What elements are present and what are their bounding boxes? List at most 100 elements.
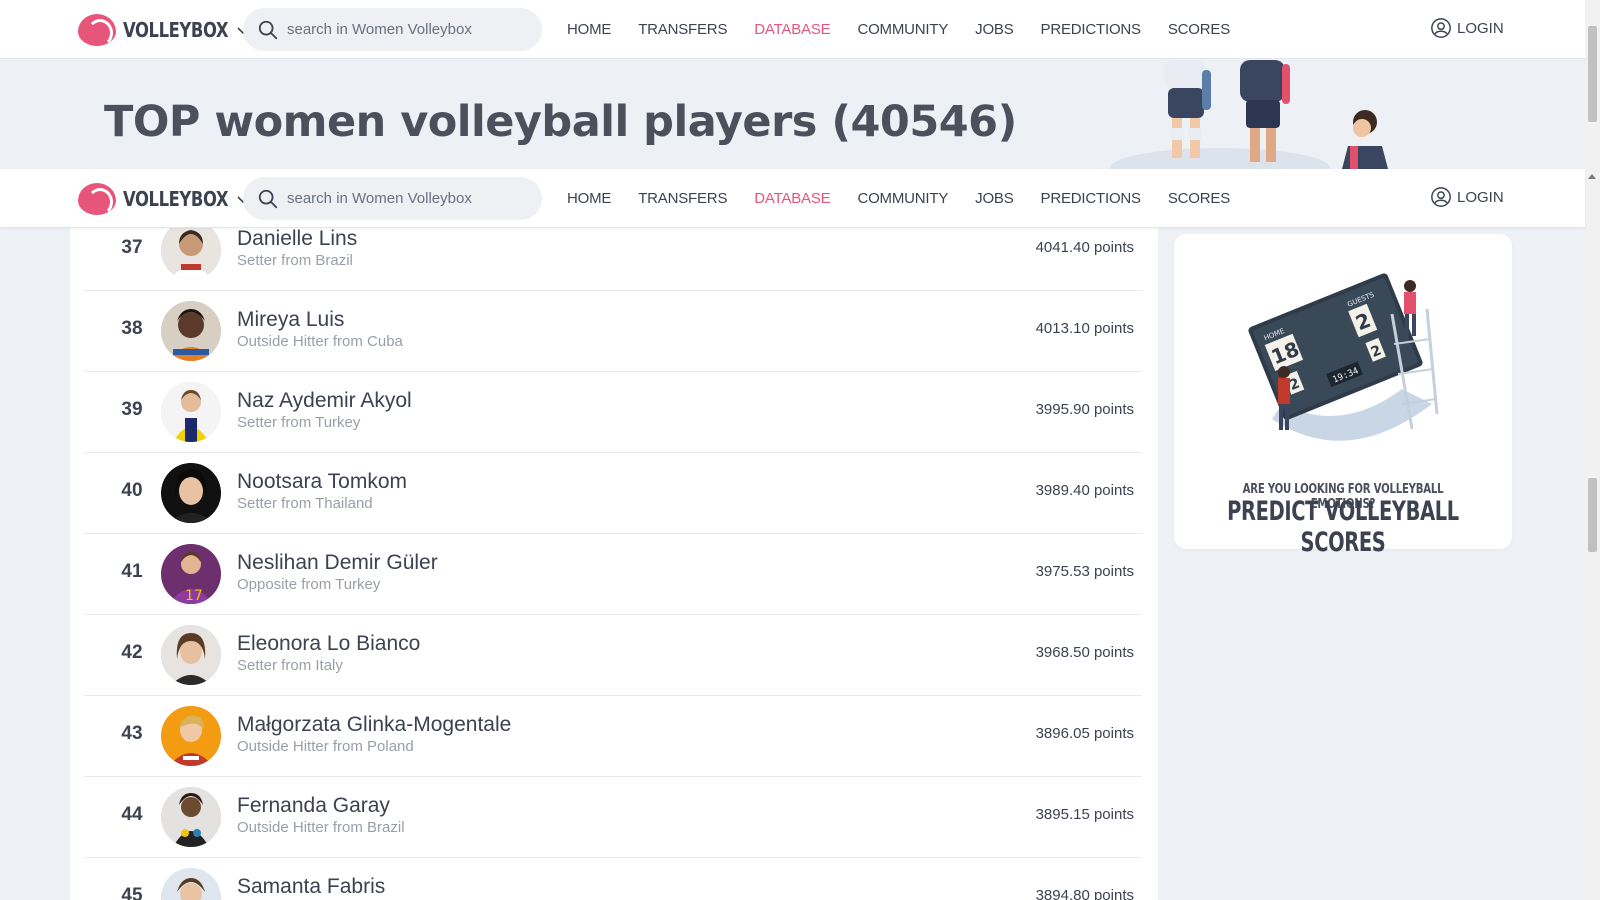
player-row[interactable]: 37 Danielle Lins Setter from Brazil 4041… bbox=[84, 228, 1142, 291]
nav-jobs[interactable]: JOBS bbox=[975, 21, 1014, 38]
player-avatar[interactable] bbox=[161, 463, 221, 523]
nav-database[interactable]: DATABASE bbox=[754, 190, 830, 207]
player-avatar[interactable] bbox=[161, 787, 221, 847]
player-position-country: Outside Hitter from Brazil bbox=[237, 819, 405, 836]
player-row[interactable]: 40 Nootsara Tomkom Setter from Thailand … bbox=[84, 453, 1142, 534]
player-row[interactable]: 43 Małgorzata Glinka-Mogentale Outside H… bbox=[84, 696, 1142, 777]
player-position-country: Setter from Thailand bbox=[237, 495, 373, 512]
player-avatar[interactable] bbox=[161, 625, 221, 685]
top-navbar: VOLLEYBOX HOME TRANSFERS DATABASE COMMUN… bbox=[0, 0, 1585, 59]
players-illustration bbox=[1110, 60, 1388, 169]
nav-database[interactable]: DATABASE bbox=[754, 21, 830, 38]
main-menu: HOME TRANSFERS DATABASE COMMUNITY JOBS P… bbox=[567, 169, 1257, 228]
player-name[interactable]: Eleonora Lo Bianco bbox=[237, 632, 420, 656]
player-position-country: Outside Hitter from Cuba bbox=[237, 333, 403, 350]
player-row[interactable]: 41 17 Neslihan Demir Güler Opposite from… bbox=[84, 534, 1142, 615]
volleybox-logo[interactable]: VOLLEYBOX bbox=[78, 183, 249, 216]
player-rank: 41 bbox=[121, 561, 143, 582]
player-row[interactable]: 44 Fernanda Garay Outside Hitter from Br… bbox=[84, 777, 1142, 858]
player-row[interactable]: 38 Mireya Luis Outside Hitter from Cuba … bbox=[84, 291, 1142, 372]
player-name[interactable]: Naz Aydemir Akyol bbox=[237, 389, 412, 413]
player-points: 3975.53 points bbox=[1035, 563, 1134, 580]
player-name[interactable]: Neslihan Demir Güler bbox=[237, 551, 438, 575]
volleyball-logo-icon bbox=[78, 14, 116, 47]
player-points: 3989.40 points bbox=[1035, 482, 1134, 499]
player-rank: 43 bbox=[121, 723, 143, 744]
nav-jobs[interactable]: JOBS bbox=[975, 190, 1014, 207]
nav-home[interactable]: HOME bbox=[567, 190, 611, 207]
nav-community[interactable]: COMMUNITY bbox=[857, 190, 948, 207]
player-rank: 45 bbox=[121, 885, 143, 900]
nav-scores[interactable]: SCORES bbox=[1168, 21, 1230, 38]
scoreboard-illustration: HOME GUESTS 18 2 2 2 19:34 bbox=[1248, 273, 1439, 441]
player-points: 3968.50 points bbox=[1035, 644, 1134, 661]
player-name[interactable]: Mireya Luis bbox=[237, 308, 344, 332]
login-button[interactable]: LOGIN bbox=[1430, 186, 1504, 208]
player-position-country: Setter from Brazil bbox=[237, 252, 353, 269]
hero-banner: TOP women volleyball players (40546) bbox=[0, 60, 1585, 169]
nav-transfers[interactable]: TRANSFERS bbox=[638, 190, 727, 207]
scroll-up-arrow-icon[interactable] bbox=[1588, 174, 1596, 179]
brand-name: VOLLEYBOX bbox=[123, 187, 229, 211]
player-avatar[interactable] bbox=[161, 228, 221, 280]
predict-scores-promo[interactable]: HOME GUESTS 18 2 2 2 19:34 ARE YOU LOOKI… bbox=[1174, 234, 1512, 558]
search-input[interactable] bbox=[287, 21, 527, 38]
player-rank: 40 bbox=[121, 480, 143, 501]
player-avatar[interactable] bbox=[161, 301, 221, 361]
player-rank: 42 bbox=[121, 642, 143, 663]
page-scrollbar[interactable] bbox=[1585, 0, 1600, 900]
nav-predictions[interactable]: PREDICTIONS bbox=[1041, 21, 1142, 38]
search-icon[interactable] bbox=[257, 188, 279, 210]
search-input[interactable] bbox=[287, 190, 527, 207]
nav-predictions[interactable]: PREDICTIONS bbox=[1041, 190, 1142, 207]
player-name[interactable]: Fernanda Garay bbox=[237, 794, 390, 818]
player-rank: 39 bbox=[121, 399, 143, 420]
player-position-country: Opposite from Turkey bbox=[237, 576, 381, 593]
nav-transfers[interactable]: TRANSFERS bbox=[638, 21, 727, 38]
login-label: LOGIN bbox=[1457, 188, 1504, 206]
volleyball-logo-icon bbox=[78, 183, 116, 216]
player-position-country: Outside Hitter from Poland bbox=[237, 738, 414, 755]
player-rank: 38 bbox=[121, 318, 143, 339]
player-avatar[interactable] bbox=[161, 706, 221, 766]
player-name[interactable]: Nootsara Tomkom bbox=[237, 470, 407, 494]
player-position-country: Setter from Italy bbox=[237, 657, 343, 674]
nav-home[interactable]: HOME bbox=[567, 21, 611, 38]
main-menu: HOME TRANSFERS DATABASE COMMUNITY JOBS P… bbox=[567, 0, 1257, 59]
volleybox-logo[interactable]: VOLLEYBOX bbox=[78, 14, 249, 47]
player-name[interactable]: Samanta Fabris bbox=[237, 875, 385, 899]
player-ranking-list: 37 Danielle Lins Setter from Brazil 4041… bbox=[70, 228, 1158, 900]
brand-name: VOLLEYBOX bbox=[123, 18, 229, 42]
player-row[interactable]: 45 Samanta Fabris 3894.80 points bbox=[84, 858, 1142, 900]
player-name[interactable]: Małgorzata Glinka-Mogentale bbox=[237, 713, 511, 737]
player-points: 3995.90 points bbox=[1035, 401, 1134, 418]
scrollbar-thumb-lower[interactable] bbox=[1588, 478, 1597, 552]
user-circle-icon bbox=[1431, 187, 1451, 207]
login-button[interactable]: LOGIN bbox=[1430, 17, 1504, 39]
player-avatar[interactable] bbox=[161, 382, 221, 442]
login-label: LOGIN bbox=[1457, 19, 1504, 37]
player-rank: 37 bbox=[121, 237, 143, 258]
player-avatar[interactable] bbox=[161, 868, 221, 900]
scrollbar-thumb-upper[interactable] bbox=[1588, 26, 1597, 122]
player-rank: 44 bbox=[121, 804, 143, 825]
player-row[interactable]: 42 Eleonora Lo Bianco Setter from Italy … bbox=[84, 615, 1142, 696]
player-position-country: Setter from Turkey bbox=[237, 414, 361, 431]
search-box[interactable] bbox=[243, 177, 542, 220]
nav-scores[interactable]: SCORES bbox=[1168, 190, 1230, 207]
player-name[interactable]: Danielle Lins bbox=[237, 228, 357, 251]
search-icon[interactable] bbox=[257, 19, 279, 41]
player-points: 4041.40 points bbox=[1035, 239, 1134, 256]
promo-headline[interactable]: PREDICT VOLLEYBALL SCORES bbox=[1221, 496, 1464, 558]
player-row[interactable]: 39 Naz Aydemir Akyol Setter from Turkey … bbox=[84, 372, 1142, 453]
player-points: 3896.05 points bbox=[1035, 725, 1134, 742]
player-points: 3894.80 points bbox=[1035, 887, 1134, 900]
nav-community[interactable]: COMMUNITY bbox=[857, 21, 948, 38]
player-avatar[interactable]: 17 bbox=[161, 544, 221, 604]
player-points: 4013.10 points bbox=[1035, 320, 1134, 337]
sticky-navbar: VOLLEYBOX HOME TRANSFERS DATABASE COMMUN… bbox=[0, 169, 1585, 228]
player-points: 3895.15 points bbox=[1035, 806, 1134, 823]
page-title: TOP women volleyball players (40546) bbox=[104, 97, 1017, 147]
svg-text:17: 17 bbox=[185, 588, 203, 604]
search-box[interactable] bbox=[243, 8, 542, 51]
